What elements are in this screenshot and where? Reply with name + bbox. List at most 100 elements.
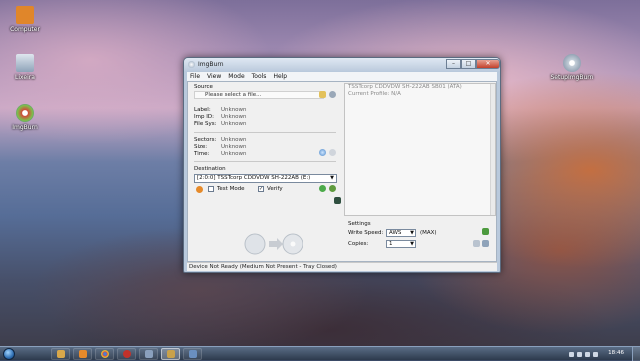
menu-mode[interactable]: Mode: [228, 73, 244, 80]
arrow-right-icon: [269, 238, 283, 250]
clock[interactable]: 18:46: [608, 350, 624, 356]
menu-view[interactable]: View: [207, 73, 221, 80]
write-icon[interactable]: [196, 186, 203, 193]
desktop-icon-label: Lixeira: [15, 74, 35, 81]
filesys-field-label: File Sys:: [194, 121, 217, 127]
source-input[interactable]: Please select a file...: [194, 91, 324, 99]
volume-icon[interactable]: [585, 351, 590, 357]
record-icon: [122, 350, 131, 358]
recycle-bin-icon: [16, 54, 34, 72]
size-label: Size:: [194, 144, 208, 150]
copies-stepper[interactable]: 1 ▼: [386, 240, 416, 248]
folder-icon: [56, 350, 65, 358]
taskbar-chrome[interactable]: [95, 348, 114, 360]
main-content: Source Please select a file... Label: Un…: [187, 81, 497, 262]
maximize-button[interactable]: □: [461, 59, 476, 69]
refresh-icon[interactable]: [329, 149, 336, 156]
write-speed-value: AWS: [389, 230, 402, 236]
log-icon[interactable]: [334, 197, 341, 204]
time-label: Time:: [194, 151, 210, 157]
copies-label: Copies:: [348, 241, 369, 247]
divider: [194, 132, 336, 133]
taskbar-imgburn[interactable]: [161, 348, 180, 360]
window-title: ImgBurn: [198, 61, 224, 68]
info-panel-scrollbar[interactable]: [490, 84, 495, 215]
settings-title: Settings: [348, 221, 371, 227]
write-speed-extra: (MAX): [420, 230, 437, 236]
desktop-icon-label: SetupImgBurn: [550, 74, 594, 81]
network-icon[interactable]: [593, 351, 598, 357]
chevron-down-icon: ▼: [410, 230, 414, 236]
filesys-field-value: Unknown: [221, 121, 247, 127]
show-desktop-button[interactable]: [632, 347, 640, 361]
label-field-value: Unknown: [221, 107, 247, 113]
app-icon: [188, 350, 197, 358]
tray-icon[interactable]: [569, 351, 574, 357]
folder-icon: [16, 6, 34, 24]
copies-value: 1: [389, 241, 393, 247]
size-value: Unknown: [221, 144, 247, 150]
app-icon: [144, 350, 153, 358]
load-icon[interactable]: [329, 185, 336, 192]
imgburn-icon: [188, 61, 195, 68]
window-titlebar[interactable]: ImgBurn – □ ✕: [184, 58, 500, 71]
write-speed-dropdown[interactable]: AWS ▼: [386, 229, 416, 237]
chrome-icon: [100, 350, 109, 358]
eject-icon[interactable]: [319, 185, 326, 192]
desktop-icon-lixeira[interactable]: Lixeira: [0, 54, 50, 81]
time-value: Unknown: [221, 151, 247, 157]
taskbar-explorer[interactable]: [51, 348, 70, 360]
start-button[interactable]: [3, 348, 15, 360]
desktop-icon-setupimgburn[interactable]: SetupImgBurn: [544, 54, 600, 81]
status-text: Device Not Ready (Medium Not Present - T…: [189, 264, 337, 270]
desktop-icon-imgburn[interactable]: ImgBurn: [0, 104, 50, 131]
write-speed-label: Write Speed:: [348, 230, 384, 236]
menu-file[interactable]: File: [190, 73, 200, 80]
info-icon[interactable]: [482, 240, 489, 247]
destination-dropdown[interactable]: [2:0:0] TSSTcorp CDDVDW SH-222AB (E:) ▼: [194, 174, 337, 183]
divider: [194, 161, 336, 162]
chevron-down-icon: ▼: [410, 241, 414, 247]
menu-tools[interactable]: Tools: [252, 73, 267, 80]
copy-icon[interactable]: [473, 240, 480, 247]
minimize-button[interactable]: –: [446, 59, 461, 69]
verify-label: Verify: [267, 186, 283, 192]
source-placeholder: Please select a file...: [205, 92, 262, 98]
search-icon[interactable]: [329, 91, 336, 98]
destination-label: Destination: [194, 166, 226, 172]
impid-field-value: Unknown: [221, 114, 247, 120]
impid-field-label: Imp ID:: [194, 114, 214, 120]
test-mode-label: Test Mode: [217, 186, 245, 192]
disc-icon: [563, 54, 581, 72]
chevron-down-icon: ▼: [330, 175, 334, 181]
sectors-value: Unknown: [221, 137, 247, 143]
device-info-panel: TSSTcorp CDDVDW SH-222AB SB01 (ATA) Curr…: [344, 83, 496, 216]
taskbar-app2[interactable]: [183, 348, 202, 360]
label-field-label: Label:: [194, 107, 211, 113]
desktop-icon-computer[interactable]: Computer: [0, 6, 50, 33]
destination-selected: [2:0:0] TSSTcorp CDDVDW SH-222AB (E:): [197, 175, 311, 181]
file-disc-icon: [244, 233, 266, 255]
tray-icon[interactable]: [577, 351, 582, 357]
browse-file-icon[interactable]: [319, 91, 326, 98]
desktop-icon-label: ImgBurn: [12, 124, 38, 131]
imgburn-icon: [166, 350, 175, 358]
taskbar-app[interactable]: [139, 348, 158, 360]
taskbar: 18:46: [0, 346, 640, 361]
menu-bar: File View Mode Tools Help: [187, 72, 497, 81]
menu-help[interactable]: Help: [273, 73, 287, 80]
source-label: Source: [194, 84, 213, 90]
desktop-icon-label: Computer: [10, 26, 40, 33]
close-button[interactable]: ✕: [476, 59, 500, 69]
sectors-label: Sectors:: [194, 137, 217, 143]
calculate-icon[interactable]: [319, 149, 326, 156]
imgburn-icon: [16, 104, 34, 122]
burn-button[interactable]: [243, 232, 303, 256]
media-player-icon: [78, 350, 87, 358]
device-info-line: Current Profile: N/A: [348, 91, 401, 97]
test-mode-checkbox[interactable]: [208, 186, 214, 192]
verify-checkbox[interactable]: ✓: [258, 186, 264, 192]
taskbar-media-player[interactable]: [73, 348, 92, 360]
taskbar-record[interactable]: [117, 348, 136, 360]
settings-icon[interactable]: [482, 228, 489, 235]
